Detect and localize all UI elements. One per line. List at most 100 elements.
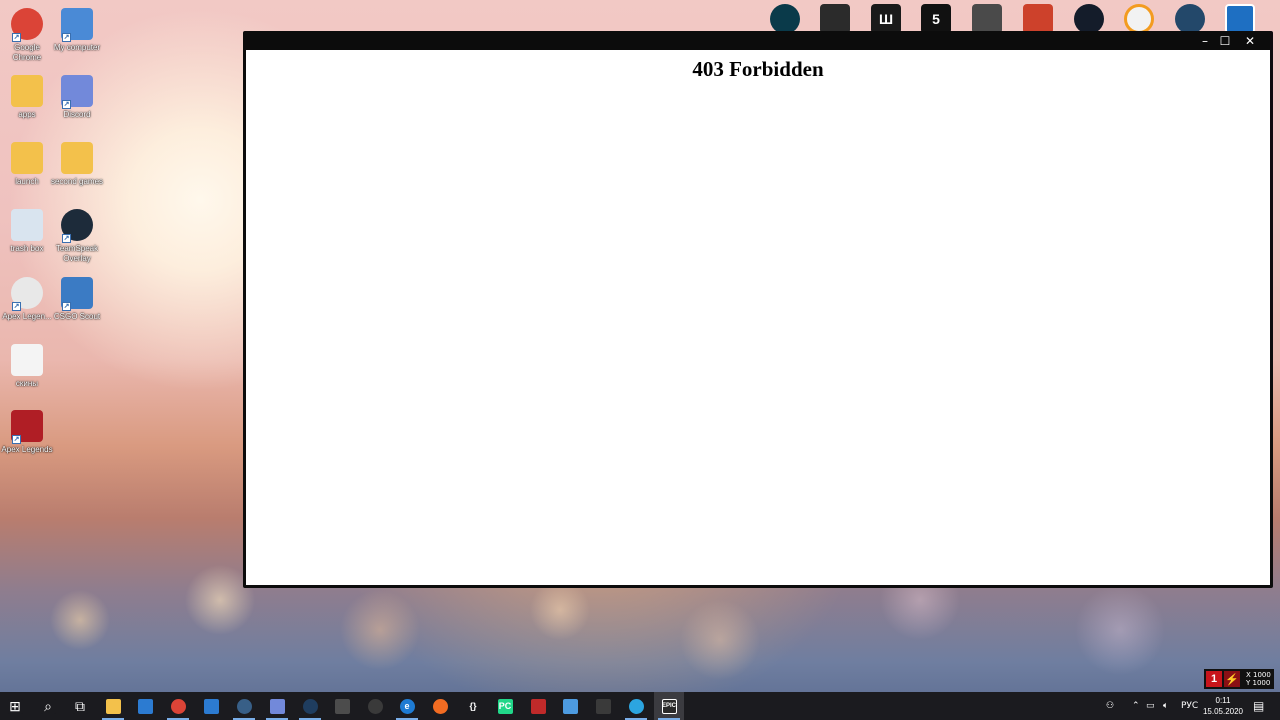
desktop-icon[interactable]: ↗ Google Chrome: [2, 8, 52, 63]
faceit-icon[interactable]: Ш: [871, 4, 901, 34]
taskbar-window-app-button[interactable]: [555, 692, 585, 720]
text-file-icon: [11, 344, 43, 376]
desktop-icon[interactable]: ↗ Discord: [52, 75, 102, 120]
clock[interactable]: 0:11 15.05.2020: [1200, 695, 1246, 717]
desktop-icon-label: second games: [50, 177, 104, 186]
steam-icon: [302, 698, 318, 714]
taskbar-pycharm-button[interactable]: PC: [490, 692, 520, 720]
taskbar-teamspeak-button[interactable]: [229, 692, 259, 720]
widget-logo-icon: ⚡: [1224, 671, 1240, 687]
desktop-icon[interactable]: ↗ TeamSpeak Overlay: [52, 209, 102, 264]
taskbar-chrome-button[interactable]: [163, 692, 193, 720]
shortcut-arrow-icon: ↗: [12, 435, 21, 444]
wolf-game-icon[interactable]: [1074, 4, 1104, 34]
start-icon: ⊞: [7, 697, 23, 714]
shortcut-arrow-icon: ↗: [62, 100, 71, 109]
discord-icon: ↗: [61, 75, 93, 109]
settings-app-icon[interactable]: [1225, 4, 1255, 34]
crosshair-widget[interactable]: 1 ⚡ X 1000 Y 1000: [1204, 669, 1274, 689]
desktop-icon-label: trash box: [10, 244, 44, 253]
taskbar-discord-button[interactable]: [262, 692, 292, 720]
clock-time: 0:11: [1215, 696, 1231, 705]
network-icon[interactable]: ▭: [1146, 692, 1155, 720]
notifications-icon[interactable]: ▤: [1253, 692, 1264, 720]
shortcut-arrow-icon: ↗: [62, 33, 71, 42]
desktop-icon[interactable]: ↗ Apex Legen...: [2, 277, 52, 322]
taskbar-rubiks-cube-button[interactable]: [588, 692, 618, 720]
rubiks-cube-icon[interactable]: [820, 4, 850, 34]
overwatch-icon[interactable]: [1124, 4, 1154, 34]
teamspeak-icon: ↗: [61, 209, 93, 243]
volume-icon[interactable]: 🔈︎: [1163, 692, 1168, 720]
league-of-legends-icon[interactable]: [770, 4, 800, 34]
rubiks-cube-icon: [595, 698, 611, 714]
discord-icon: [269, 698, 285, 714]
language-indicator[interactable]: РУС: [1181, 692, 1198, 720]
edge-icon: e: [399, 698, 415, 714]
page-content: 403 Forbidden: [246, 50, 1270, 585]
taskbar-edge-button[interactable]: e: [392, 692, 422, 720]
taskbar-epic-games-button[interactable]: EPIC: [654, 692, 684, 720]
desktop-icon[interactable]: launch: [2, 142, 52, 187]
desktop-icon[interactable]: скины: [2, 344, 52, 389]
taskbar-calculator-button[interactable]: [327, 692, 357, 720]
epic-games-icon: EPIC: [661, 698, 677, 714]
task-view-icon: ⧉: [72, 698, 88, 714]
shortcut-arrow-icon: ↗: [62, 234, 71, 243]
obs-icon: [367, 698, 383, 714]
folder-icon: [61, 142, 93, 174]
desktop-icon-label: TeamSpeak Overlay: [55, 244, 99, 263]
desktop-icon[interactable]: second games: [50, 142, 104, 187]
clock-date: 15.05.2020: [1202, 707, 1244, 716]
taskbar-obs-button[interactable]: [360, 692, 390, 720]
taskbar-mail-button[interactable]: [196, 692, 226, 720]
apex-icon: ↗: [11, 410, 43, 444]
window-titlebar[interactable]: – ☐ ✕: [243, 31, 1273, 50]
window-app-icon: [562, 698, 578, 714]
recycle-bin-icon: [11, 209, 43, 241]
widget-digit: 1: [1206, 671, 1222, 687]
rust-icon[interactable]: [1023, 4, 1053, 34]
shortcut-arrow-icon: ↗: [12, 302, 21, 311]
mail-icon: [203, 698, 219, 714]
desktop-icon[interactable]: trash box: [2, 209, 52, 254]
chrome-icon: ↗: [11, 8, 43, 42]
desktop-icon-label: Google Chrome: [12, 43, 42, 62]
taskbar-start-button[interactable]: ⊞: [0, 692, 30, 720]
chrome-icon: [170, 698, 186, 714]
taskbar-code-editor-button[interactable]: {}: [458, 692, 488, 720]
people-icon[interactable]: ⚇: [1106, 692, 1114, 720]
taskbar-task-view-button[interactable]: ⧉: [65, 692, 95, 720]
folder-icon: [11, 75, 43, 107]
desktop-icon[interactable]: ↗ CSGO Scout: [52, 277, 102, 322]
taskbar-telegram-button[interactable]: [621, 692, 651, 720]
shortcut-arrow-icon: ↗: [12, 33, 21, 42]
desktop-icon[interactable]: ↗ My computer: [52, 8, 102, 53]
desktop-icon-label: Discord: [63, 110, 91, 119]
maximize-button[interactable]: ☐: [1213, 31, 1237, 50]
gta5-icon[interactable]: 5: [921, 4, 951, 34]
desktop-icon-label: скины: [15, 379, 39, 388]
taskbar-search-button[interactable]: ⌕: [33, 692, 63, 720]
browser-window: – ☐ ✕ 403 Forbidden: [243, 31, 1273, 588]
file-explorer-icon: [105, 698, 121, 714]
taskbar-file-explorer-button[interactable]: [98, 692, 128, 720]
widget-x-text: X 1000: [1246, 671, 1271, 679]
desktop-icon[interactable]: apps: [2, 75, 52, 120]
desktop-icon-label: Apex Legen...: [2, 312, 52, 321]
desktop-icon-label: CSGO Scout: [53, 312, 101, 321]
taskbar-steam-button[interactable]: [295, 692, 325, 720]
csgo-scout-icon: ↗: [61, 277, 93, 311]
desktop-icon-label: Apex Legends: [1, 445, 53, 454]
close-button[interactable]: ✕: [1238, 31, 1262, 50]
headset-app-icon[interactable]: [1175, 4, 1205, 34]
computer-icon: ↗: [61, 8, 93, 42]
taskbar-microsoft-store-button[interactable]: [130, 692, 160, 720]
taskbar-game-red-button[interactable]: [523, 692, 553, 720]
pycharm-icon: PC: [497, 698, 513, 714]
chevron-up-icon[interactable]: ⌃: [1132, 692, 1140, 720]
calculator-icon: [334, 698, 350, 714]
taskbar-origin-button[interactable]: [425, 692, 455, 720]
game-character-icon[interactable]: [972, 4, 1002, 34]
desktop-icon[interactable]: ↗ Apex Legends: [1, 410, 53, 455]
